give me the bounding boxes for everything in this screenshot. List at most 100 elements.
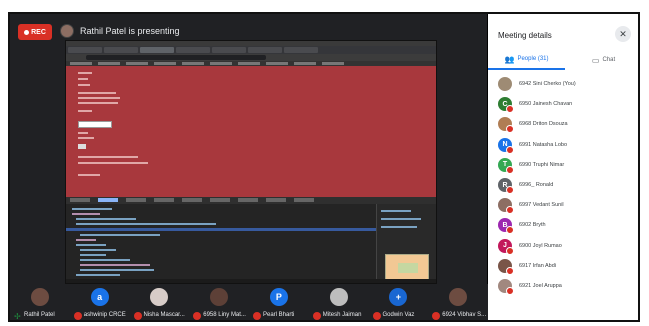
- participant-tile[interactable]: + Godwin Vaz: [369, 284, 429, 320]
- mic-muted-icon: [506, 266, 514, 275]
- mic-muted-icon: [506, 125, 514, 134]
- list-item[interactable]: T 6990 Truphi Nimar: [488, 155, 638, 175]
- participant-name: 6902 Bryth: [519, 222, 546, 229]
- shared-page-text: [78, 156, 138, 158]
- list-item[interactable]: J 6900 Joyl Rumao: [488, 236, 638, 256]
- mic-muted-icon: [133, 312, 142, 320]
- mic-muted-icon: [506, 226, 514, 235]
- code-line: [80, 259, 130, 261]
- list-item[interactable]: 6917 Irfan Abdi: [488, 256, 638, 276]
- code-line: [80, 254, 106, 256]
- shared-tab: [284, 47, 318, 53]
- list-item[interactable]: N 6991 Natasha Lobo: [488, 135, 638, 155]
- shared-page-text: [78, 132, 88, 134]
- list-item[interactable]: R 6996_ Ronald: [488, 175, 638, 195]
- participant-name: 6942 Sini Cherko (You): [519, 81, 576, 88]
- code-line: [80, 264, 150, 266]
- participant-label: ashwinip CRCE: [83, 312, 126, 318]
- recording-label: REC: [31, 28, 46, 36]
- participant-name: 6996_ Ronald: [519, 182, 554, 189]
- record-dot-icon: [24, 29, 30, 35]
- devtools-tab: [126, 198, 146, 202]
- participant-label: 6958 Liny Mat...: [203, 312, 246, 318]
- participant-tile[interactable]: 6958 Liny Mat...: [189, 284, 249, 320]
- shared-bookmark: [182, 62, 204, 65]
- shared-browser-tabs: [66, 46, 436, 54]
- code-line: [72, 213, 100, 215]
- participant-tile[interactable]: 6924 Vibhav S...: [428, 284, 488, 320]
- participant-name: 6997 Vedant Sunil: [519, 202, 564, 209]
- participant-name: 6991 Natasha Lobo: [519, 141, 568, 148]
- devtools-tab: [238, 198, 258, 202]
- shared-page-text: [78, 162, 148, 164]
- selected-code-line: [66, 228, 376, 231]
- devtools-tab: [210, 198, 230, 202]
- participant-tile[interactable]: Mitesh Jaiman: [309, 284, 369, 320]
- participant-tile[interactable]: ✢ Rathil Patel: [10, 284, 70, 320]
- tab-people[interactable]: 👥 People (31): [488, 50, 565, 70]
- participant-label: Rathil Patel: [24, 312, 55, 318]
- shared-screen: [65, 40, 437, 284]
- close-icon: ✕: [619, 28, 627, 39]
- mic-muted-icon: [506, 145, 514, 154]
- recording-badge: REC: [18, 24, 52, 40]
- code-line: [72, 208, 112, 210]
- shared-page-text: [78, 78, 88, 80]
- list-item[interactable]: C 6950 Jainesh Chavan: [488, 94, 638, 114]
- style-line: [381, 226, 417, 228]
- shared-page-input: [78, 121, 112, 128]
- shared-page-text: [78, 110, 92, 112]
- participant-tile[interactable]: a ashwinip CRCE: [70, 284, 130, 320]
- shared-page-text: [78, 92, 116, 94]
- avatar: [150, 288, 169, 306]
- list-item[interactable]: B 6902 Bryth: [488, 215, 638, 235]
- participant-name: 6968 Driton Dsouza: [519, 121, 568, 128]
- shared-tab: [248, 47, 282, 53]
- list-item[interactable]: 6968 Driton Dsouza: [488, 114, 638, 134]
- shared-page-text: [78, 102, 118, 104]
- shared-page-text: [78, 137, 94, 139]
- code-line: [76, 223, 216, 225]
- devtools-styles-panel: [376, 204, 436, 283]
- mic-muted-icon: [312, 312, 321, 320]
- devtools-tab: [70, 198, 90, 202]
- participant-strip: ✢ Rathil Patel a ashwinip CRCE Nisha Mascar.…: [10, 284, 488, 320]
- shared-tab: [176, 47, 210, 53]
- close-panel-button[interactable]: ✕: [615, 26, 631, 42]
- tab-chat[interactable]: ▭ Chat: [565, 50, 638, 70]
- presenting-status: Rathil Patel is presenting: [80, 26, 180, 36]
- participant-label: Godwin Vaz: [382, 312, 415, 318]
- shared-tab: [140, 47, 174, 53]
- list-item[interactable]: 6942 Sini Cherko (You): [488, 74, 638, 94]
- avatar: a: [90, 288, 109, 306]
- mic-muted-icon: [506, 206, 514, 215]
- participant-tile[interactable]: Nisha Mascar...: [130, 284, 190, 320]
- avatar: [210, 288, 229, 306]
- shared-page-text: [78, 97, 120, 99]
- panel-tabs: 👥 People (31) ▭ Chat: [488, 50, 638, 70]
- participant-tile[interactable]: P Pearl Bharti: [249, 284, 309, 320]
- participant-name: 6990 Truphi Nimar: [519, 161, 565, 168]
- participant-name: 6950 Jainesh Chavan: [519, 101, 573, 108]
- list-item[interactable]: 6921 Joel Aruppa: [488, 276, 638, 296]
- chat-icon: ▭: [591, 55, 600, 65]
- shared-bookmark: [238, 62, 260, 65]
- participant-name: 6900 Joyl Rumao: [519, 242, 562, 249]
- mic-muted-icon: [193, 312, 202, 320]
- shared-bookmark: [70, 62, 92, 65]
- style-line: [381, 210, 411, 212]
- avatar: +: [389, 288, 408, 306]
- list-item[interactable]: 6997 Vedant Sunil: [488, 195, 638, 215]
- avatar: [329, 288, 348, 306]
- shared-bookmark: [294, 62, 316, 65]
- pin-icon[interactable]: ✢: [14, 312, 21, 320]
- mic-muted-icon: [506, 165, 514, 174]
- shared-address-bar: [66, 54, 436, 61]
- shared-tab: [212, 47, 246, 53]
- mic-muted-icon: [506, 286, 514, 295]
- avatar: [498, 77, 512, 92]
- style-line: [381, 218, 421, 220]
- shared-page-text: [78, 174, 100, 176]
- shared-bookmark: [210, 62, 232, 65]
- shared-page-text: [78, 84, 90, 86]
